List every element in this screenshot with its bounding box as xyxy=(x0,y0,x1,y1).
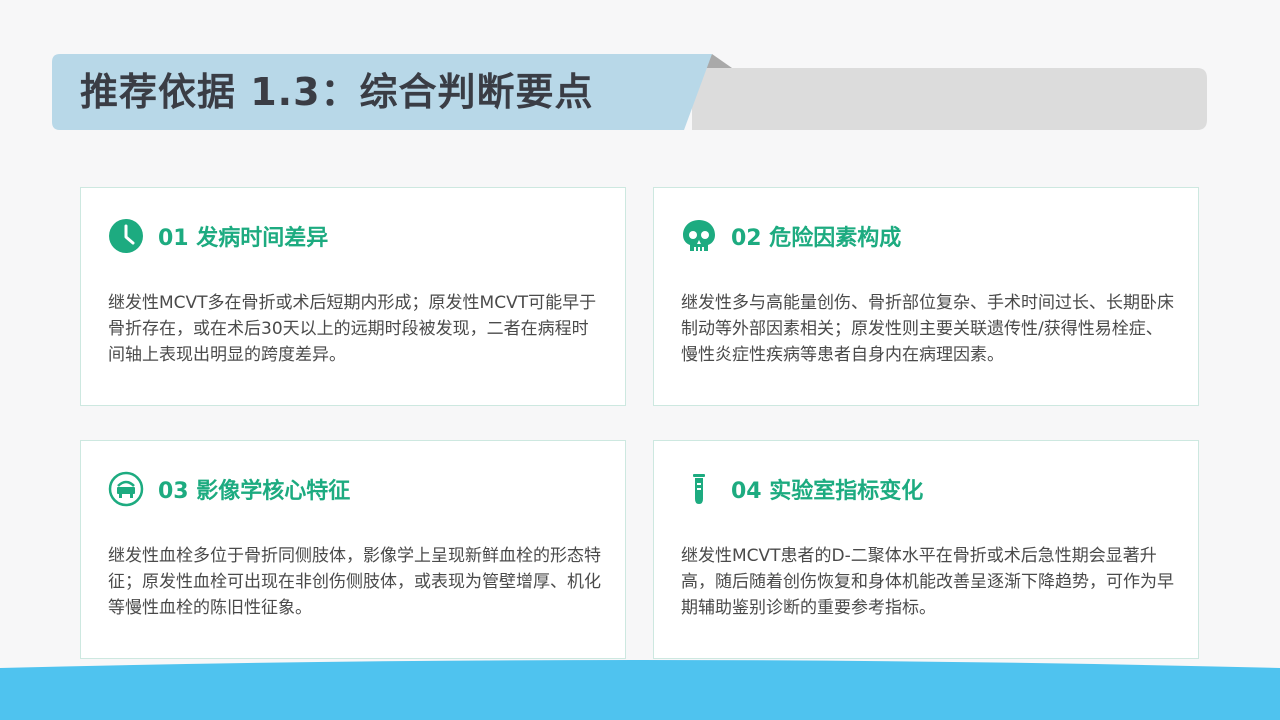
test-tube-icon xyxy=(693,474,705,504)
card-body: 继发性MCVT患者的D-二聚体水平在骨折或术后急性期会显著升高，随后随着创伤恢复… xyxy=(681,546,1174,618)
card-risk-factors: 02 危险因素构成 继发性多与高能量创伤、骨折部位复杂、手术时间过长、长期卧床制… xyxy=(653,187,1199,406)
card-header: 02 危险因素构成 xyxy=(681,218,901,254)
card-header: 01 发病时间差异 xyxy=(108,218,328,254)
card-lab-indicators: 04 实验室指标变化 继发性MCVT患者的D-二聚体水平在骨折或术后急性期会显著… xyxy=(653,440,1199,659)
card-body: 继发性MCVT多在骨折或术后短期内形成；原发性MCVT可能早于骨折存在，或在术后… xyxy=(108,293,597,365)
scan-icon xyxy=(108,471,144,507)
card-body: 继发性血栓多位于骨折同侧肢体，影像学上呈现新鲜血栓的形态特征；原发性血栓可出现在… xyxy=(108,546,601,618)
clock-icon xyxy=(109,219,143,253)
card-imaging-features: 03 影像学核心特征 继发性血栓多位于骨折同侧肢体，影像学上呈现新鲜血栓的形态特… xyxy=(80,440,626,659)
page-title: 推荐依据 1.3：综合判断要点 xyxy=(80,70,594,114)
card-onset-time: 01 发病时间差异 继发性MCVT多在骨折或术后短期内形成；原发性MCVT可能早… xyxy=(80,187,626,406)
card-body: 继发性多与高能量创伤、骨折部位复杂、手术时间过长、长期卧床制动等外部因素相关；原… xyxy=(681,293,1174,365)
card-header: 03 影像学核心特征 xyxy=(108,471,350,507)
card-title: 04 实验室指标变化 xyxy=(731,479,924,504)
title-banner: 推荐依据 1.3：综合判断要点 xyxy=(52,54,1207,130)
card-header: 04 实验室指标变化 xyxy=(681,471,923,507)
card-title: 01 发病时间差异 xyxy=(158,226,329,251)
skull-icon xyxy=(683,220,715,251)
card-title: 03 影像学核心特征 xyxy=(158,479,351,504)
bottom-wave-decoration xyxy=(0,660,1280,720)
card-title: 02 危险因素构成 xyxy=(731,226,902,251)
